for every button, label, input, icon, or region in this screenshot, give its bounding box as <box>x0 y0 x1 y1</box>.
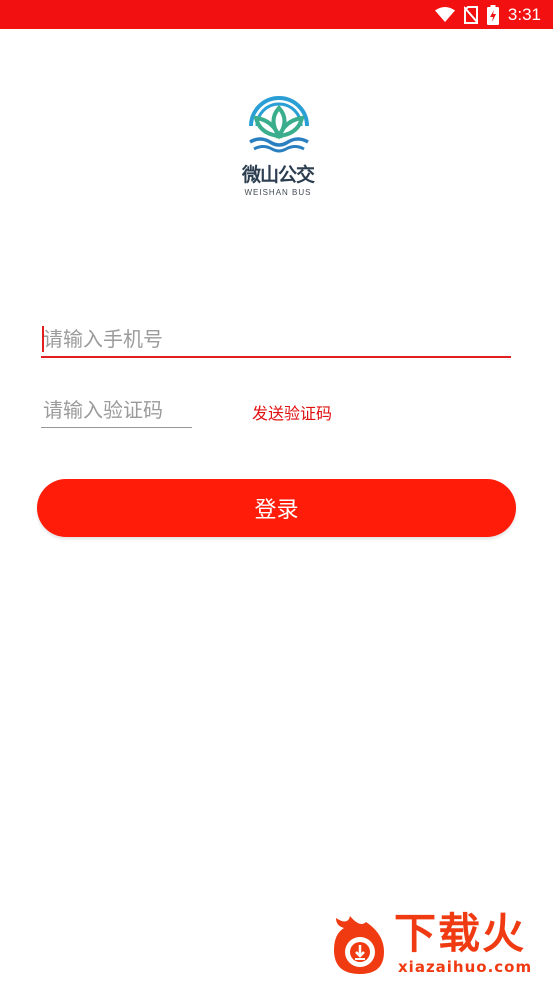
status-bar: 3:31 <box>0 0 553 29</box>
wifi-icon <box>434 7 455 23</box>
text-cursor <box>42 326 44 352</box>
verification-code-input[interactable] <box>41 392 192 428</box>
status-icons: 3:31 <box>434 4 541 26</box>
app-logo: 微山公交 WEISHAN BUS <box>228 96 328 206</box>
flame-download-icon <box>334 916 384 974</box>
logo-subtitle: WEISHAN BUS <box>244 188 312 197</box>
logo-name: 微山公交 <box>241 164 315 186</box>
watermark-url: xiazaihuo.com <box>398 958 533 976</box>
status-time: 3:31 <box>507 5 541 24</box>
login-button[interactable]: 登录 <box>37 479 516 537</box>
send-code-button[interactable]: 发送验证码 <box>252 400 332 424</box>
watermark: 下载火 xiazaihuo.com <box>322 908 548 980</box>
no-sim-icon <box>463 6 478 24</box>
battery-charging-icon <box>486 5 499 25</box>
watermark-title: 下载火 <box>394 909 527 958</box>
lotus-logo-icon <box>249 96 309 153</box>
phone-input[interactable] <box>41 322 511 358</box>
